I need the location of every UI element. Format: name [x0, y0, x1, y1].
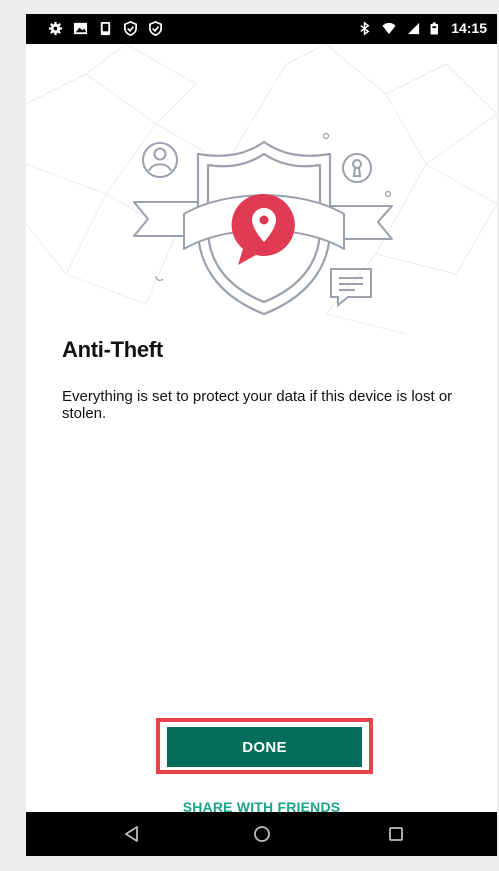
battery-icon — [430, 22, 439, 34]
image-icon — [73, 22, 88, 35]
status-clock: 14:15 — [451, 20, 487, 36]
signal-icon — [408, 22, 420, 34]
shield-check-icon — [124, 21, 137, 36]
wifi-icon — [382, 22, 396, 34]
shield-check-icon — [149, 21, 162, 36]
home-icon[interactable] — [252, 824, 272, 844]
anti-theft-illustration — [26, 44, 497, 334]
phone-screen: 14:15 Anti-Theft Everything is set to pr… — [26, 14, 497, 856]
recents-icon[interactable] — [386, 824, 406, 844]
back-icon[interactable] — [122, 824, 142, 844]
page-description: Everything is set to protect your data i… — [62, 388, 453, 422]
anti-theft-screen: Anti-Theft Everything is set to protect … — [26, 44, 497, 815]
settings-icon — [48, 21, 63, 36]
done-button[interactable]: DONE — [167, 727, 362, 767]
message-icon — [330, 268, 372, 308]
keyhole-icon — [342, 153, 372, 183]
navigation-bar — [26, 812, 497, 856]
page-title: Anti-Theft — [62, 337, 163, 362]
status-notification-icons — [48, 21, 163, 36]
device-icon — [100, 21, 111, 36]
status-bar: 14:15 — [26, 14, 497, 44]
bluetooth-icon — [360, 20, 370, 36]
status-system-icons: 14:15 — [357, 20, 487, 36]
user-icon — [142, 142, 178, 178]
